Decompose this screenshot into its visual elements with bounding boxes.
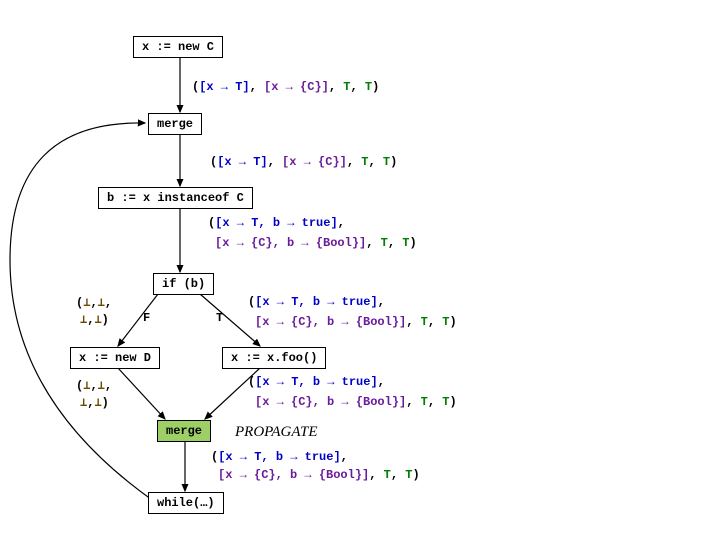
annot-after-foo-line1: ([x → T, b → true],	[248, 375, 385, 389]
node-merge-1: merge	[148, 113, 202, 135]
annot-after-foo-line2: [x → {C}, b → {Bool}], T, T)	[255, 395, 457, 409]
annot-after-merge1: ([x → T], [x → {C}], T, T)	[210, 155, 397, 169]
annot-branch-false-1-line1: (⊥,⊥,	[76, 295, 112, 310]
node-new-d: x := new D	[70, 347, 160, 369]
node-new-c: x := new C	[133, 36, 223, 58]
node-if-b: if (b)	[153, 273, 214, 295]
annot-after-new-d-line1: (⊥,⊥,	[76, 378, 112, 393]
annot-after-merge2-line2: [x → {C}, b → {Bool}], T, T)	[218, 468, 420, 482]
annot-branch-true-line1: ([x → T, b → true],	[248, 295, 385, 309]
node-while: while(…)	[148, 492, 224, 514]
annot-branch-false-1-line2: ⊥,⊥)	[80, 312, 109, 327]
annot-after-new-d-line2: ⊥,⊥)	[80, 395, 109, 410]
annot-after-new-c: ([x → T], [x → {C}], T, T)	[192, 80, 379, 94]
diagram-stage: x := new C merge b := x instanceof C if …	[0, 0, 720, 540]
annot-branch-true-line2: [x → {C}, b → {Bool}], T, T)	[255, 315, 457, 329]
propagate-label: PROPAGATE	[235, 424, 318, 441]
edge-label-false: F	[143, 311, 150, 325]
annot-after-merge2-line1: ([x → T, b → true],	[211, 450, 348, 464]
annot-after-instanceof-line2: [x → {C}, b → {Bool}], T, T)	[215, 236, 417, 250]
node-merge-2: merge	[157, 420, 211, 442]
node-foo: x := x.foo()	[222, 347, 326, 369]
node-instanceof: b := x instanceof C	[98, 187, 253, 209]
annot-after-instanceof-line1: ([x → T, b → true],	[208, 216, 345, 230]
edge-label-true: T	[216, 311, 223, 325]
